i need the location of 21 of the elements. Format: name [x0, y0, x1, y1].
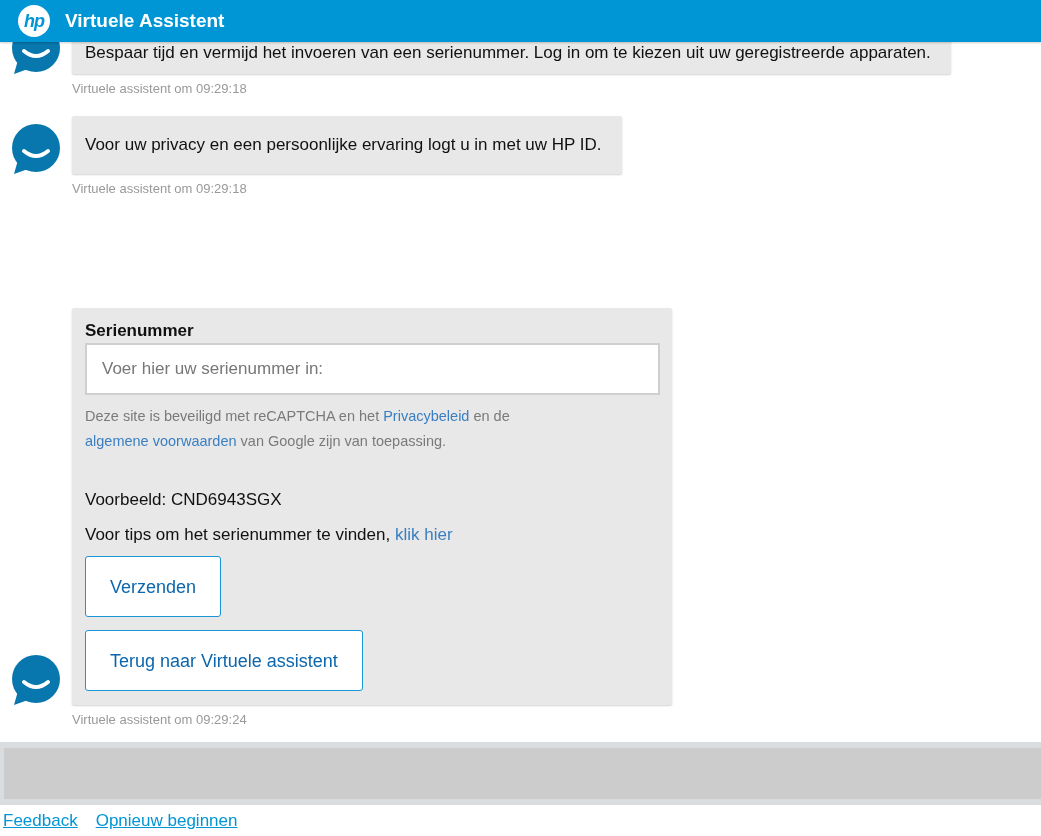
recaptcha-notice: Deze site is beveiligd met reCAPTCHA en het Privacybeleid en de algemene voorwaarden van Google zijn van toepassing.	[85, 407, 511, 451]
feedback-link[interactable]: Feedback	[3, 809, 78, 832]
header-title: Virtuele Assistent	[65, 9, 225, 33]
smiley-chat-icon	[10, 124, 60, 174]
tips-text: Voor tips om het serienummer te vinden, klik hier	[85, 524, 454, 546]
message-timestamp: Virtuele assistent om 09:29:24	[72, 711, 247, 729]
policy-link[interactable]: algemene voorwaarden	[85, 433, 237, 449]
serial-number-input[interactable]: Voer hier uw serienummer in:	[85, 343, 660, 395]
policy-link[interactable]: Privacybeleid	[383, 408, 470, 424]
send-button[interactable]: Verzenden	[85, 556, 222, 617]
field-label: Serienummer	[85, 320, 194, 342]
back-button[interactable]: Terug naar Virtuele assistent	[85, 630, 363, 691]
example-text: Voorbeeld: CND6943SGX	[85, 489, 282, 511]
tips-link[interactable]: klik hier	[394, 525, 453, 544]
message-timestamp: Virtuele assistent om 09:29:18	[72, 80, 247, 98]
message-timestamp: Virtuele assistent om 09:29:18	[72, 180, 247, 198]
chat-message: Voor uw privacy en een persoonlijke ervaring logt u in met uw HP ID.	[72, 116, 622, 174]
restart-link[interactable]: Opnieuw beginnen	[95, 809, 238, 832]
brand-logo: hp	[18, 5, 50, 37]
smiley-chat-icon	[10, 655, 60, 705]
chat-message: Bespaar tijd en vermijd het invoeren van een serienummer. Log in om te kiezen uit uw geregistreerde apparaten.	[72, 42, 951, 74]
